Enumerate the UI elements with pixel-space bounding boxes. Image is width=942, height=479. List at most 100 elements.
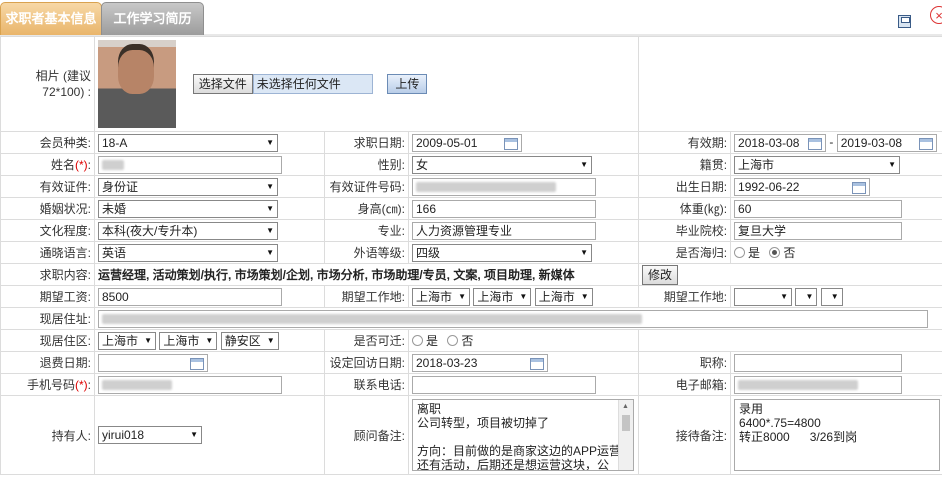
mobile-input[interactable] [98, 375, 282, 394]
applicant-photo [98, 40, 176, 128]
textarea-scrollbar[interactable] [618, 400, 633, 470]
valid-from-input[interactable]: 2018-03-08 [734, 133, 827, 152]
choose-file-button[interactable]: 选择文件 [192, 74, 253, 94]
holder-label: 持有人: [0, 395, 95, 475]
marital-select[interactable]: 未婚 [98, 199, 278, 218]
refund-date-input[interactable] [98, 353, 208, 372]
weight-input[interactable]: 60 [734, 199, 903, 218]
birth-label: 出生日期: [638, 175, 732, 198]
returnee-yes-label: 是 [748, 246, 761, 260]
expect-place-2-select-3[interactable] [820, 287, 843, 306]
applicant-form: 相片 (建议72*100) : 选择文件 未选择任何文件 上传 会员种类: 18-… [0, 36, 942, 475]
calendar-icon[interactable] [808, 137, 823, 150]
gender-select[interactable]: 女 [412, 155, 592, 174]
modify-button[interactable]: 修改 [642, 264, 679, 285]
foreign-level-label: 外语等级: [324, 241, 409, 264]
education-label: 文化程度: [0, 219, 95, 242]
mobile-label: 手机号码(*): [0, 373, 95, 396]
photo-label: 相片 (建议72*100) : [0, 36, 95, 132]
callback-date-input[interactable]: 2018-03-23 [412, 353, 548, 372]
relocate-yes-radio[interactable] [412, 335, 423, 346]
job-content-label: 求职内容: [0, 263, 95, 286]
district-select[interactable]: 静安区 [220, 331, 279, 350]
current-area-label: 现居住区: [0, 329, 95, 352]
school-input[interactable]: 复旦大学 [734, 221, 903, 240]
returnee-label: 是否海归: [638, 241, 732, 264]
id-no-label: 有效证件号码: [324, 175, 409, 198]
returnee-no-label: 否 [783, 246, 796, 260]
valid-to-input[interactable]: 2019-03-08 [836, 133, 937, 152]
job-title-label: 职称: [638, 351, 732, 374]
expect-place-select-3[interactable]: 上海市 [534, 287, 593, 306]
name-label: 姓名(*): [0, 153, 95, 176]
calendar-icon[interactable] [530, 357, 544, 370]
calendar-icon[interactable] [918, 137, 933, 150]
relocate-no-radio[interactable] [447, 335, 459, 346]
current-addr-label: 现居住址: [0, 307, 95, 330]
area-city-select-1[interactable]: 上海市 [98, 331, 156, 350]
height-input[interactable]: 166 [412, 199, 596, 218]
id-no-input[interactable] [412, 177, 596, 196]
upload-button[interactable]: 上传 [387, 74, 428, 94]
current-addr-input[interactable] [98, 309, 928, 328]
relocate-no-label: 否 [461, 334, 474, 348]
expect-place-select-1[interactable]: 上海市 [412, 287, 470, 306]
member-type-label: 会员种类: [0, 131, 95, 154]
weight-label: 体重(㎏): [638, 197, 732, 220]
save-icon[interactable] [898, 15, 911, 28]
tab-bar: 求职者基本信息 工作学习简历 × [0, 0, 942, 36]
reception-note-label: 接待备注: [638, 395, 732, 475]
major-input[interactable]: 人力资源管理专业 [412, 221, 596, 240]
job-title-input[interactable] [734, 353, 903, 372]
returnee-yes-radio[interactable] [734, 247, 746, 258]
native-select[interactable]: 上海市 [734, 155, 901, 174]
member-type-select[interactable]: 18-A [98, 133, 278, 152]
expect-place-label: 期望工作地: [324, 285, 409, 308]
foreign-level-select[interactable]: 四级 [412, 243, 592, 262]
language-select[interactable]: 英语 [98, 243, 278, 262]
job-date-label: 求职日期: [324, 131, 409, 154]
email-label: 电子邮箱: [638, 373, 732, 396]
holder-select[interactable]: yirui018 [98, 426, 202, 444]
phone-label: 联系电话: [324, 373, 409, 396]
education-select[interactable]: 本科(夜大/专升本) [98, 221, 278, 240]
email-input[interactable] [734, 375, 903, 394]
marital-label: 婚姻状况: [0, 197, 95, 220]
area-city-select-2[interactable]: 上海市 [159, 331, 218, 350]
native-label: 籍贯: [638, 153, 732, 176]
relocate-yes-label: 是 [426, 334, 439, 348]
calendar-icon[interactable] [852, 181, 867, 194]
reception-note-textarea[interactable]: 录用 6400*.75=4800 转正8000 3/26到岗 [734, 399, 941, 471]
phone-input[interactable] [412, 375, 596, 394]
tab-work-study-resume[interactable]: 工作学习简历 [101, 2, 204, 35]
valid-period-label: 有效期: [638, 131, 732, 154]
expect-place-2-select-2[interactable] [795, 287, 818, 306]
height-label: 身高(㎝): [324, 197, 409, 220]
language-label: 通晓语言: [0, 241, 95, 264]
expect-place-2-select-1[interactable] [734, 287, 793, 306]
job-date-input[interactable]: 2009-05-01 [412, 133, 522, 152]
relocate-label: 是否可迁: [324, 329, 409, 352]
callback-date-label: 设定回访日期: [324, 351, 409, 374]
consultant-note-textarea[interactable]: 离职 公司转型，项目被切掉了 方向：目前做的是商家这边的APP运营 还有活动，后… [412, 399, 634, 471]
id-type-select[interactable]: 身份证 [98, 177, 278, 196]
tab-basic-info[interactable]: 求职者基本信息 [0, 2, 102, 35]
major-label: 专业: [324, 219, 409, 242]
no-file-text: 未选择任何文件 [252, 74, 373, 94]
expect-place-select-2[interactable]: 上海市 [473, 287, 532, 306]
close-icon[interactable]: × [930, 6, 942, 24]
id-type-label: 有效证件: [0, 175, 95, 198]
consultant-note-label: 顾问备注: [324, 395, 409, 475]
school-label: 毕业院校: [638, 219, 732, 242]
name-input[interactable] [98, 155, 282, 174]
expect-salary-input[interactable]: 8500 [98, 287, 282, 306]
gender-label: 性别: [324, 153, 409, 176]
expect-salary-label: 期望工资: [0, 285, 95, 308]
refund-date-label: 退费日期: [0, 351, 95, 374]
returnee-no-radio[interactable] [769, 247, 781, 258]
calendar-icon[interactable] [190, 357, 204, 370]
expect-place-2-label: 期望工作地: [638, 285, 732, 308]
job-content-text: 运营经理, 活动策划/执行, 市场策划/企划, 市场分析, 市场助理/专员, 文… [93, 263, 640, 286]
calendar-icon[interactable] [504, 137, 518, 150]
birth-date-input[interactable]: 1992-06-22 [734, 177, 871, 196]
